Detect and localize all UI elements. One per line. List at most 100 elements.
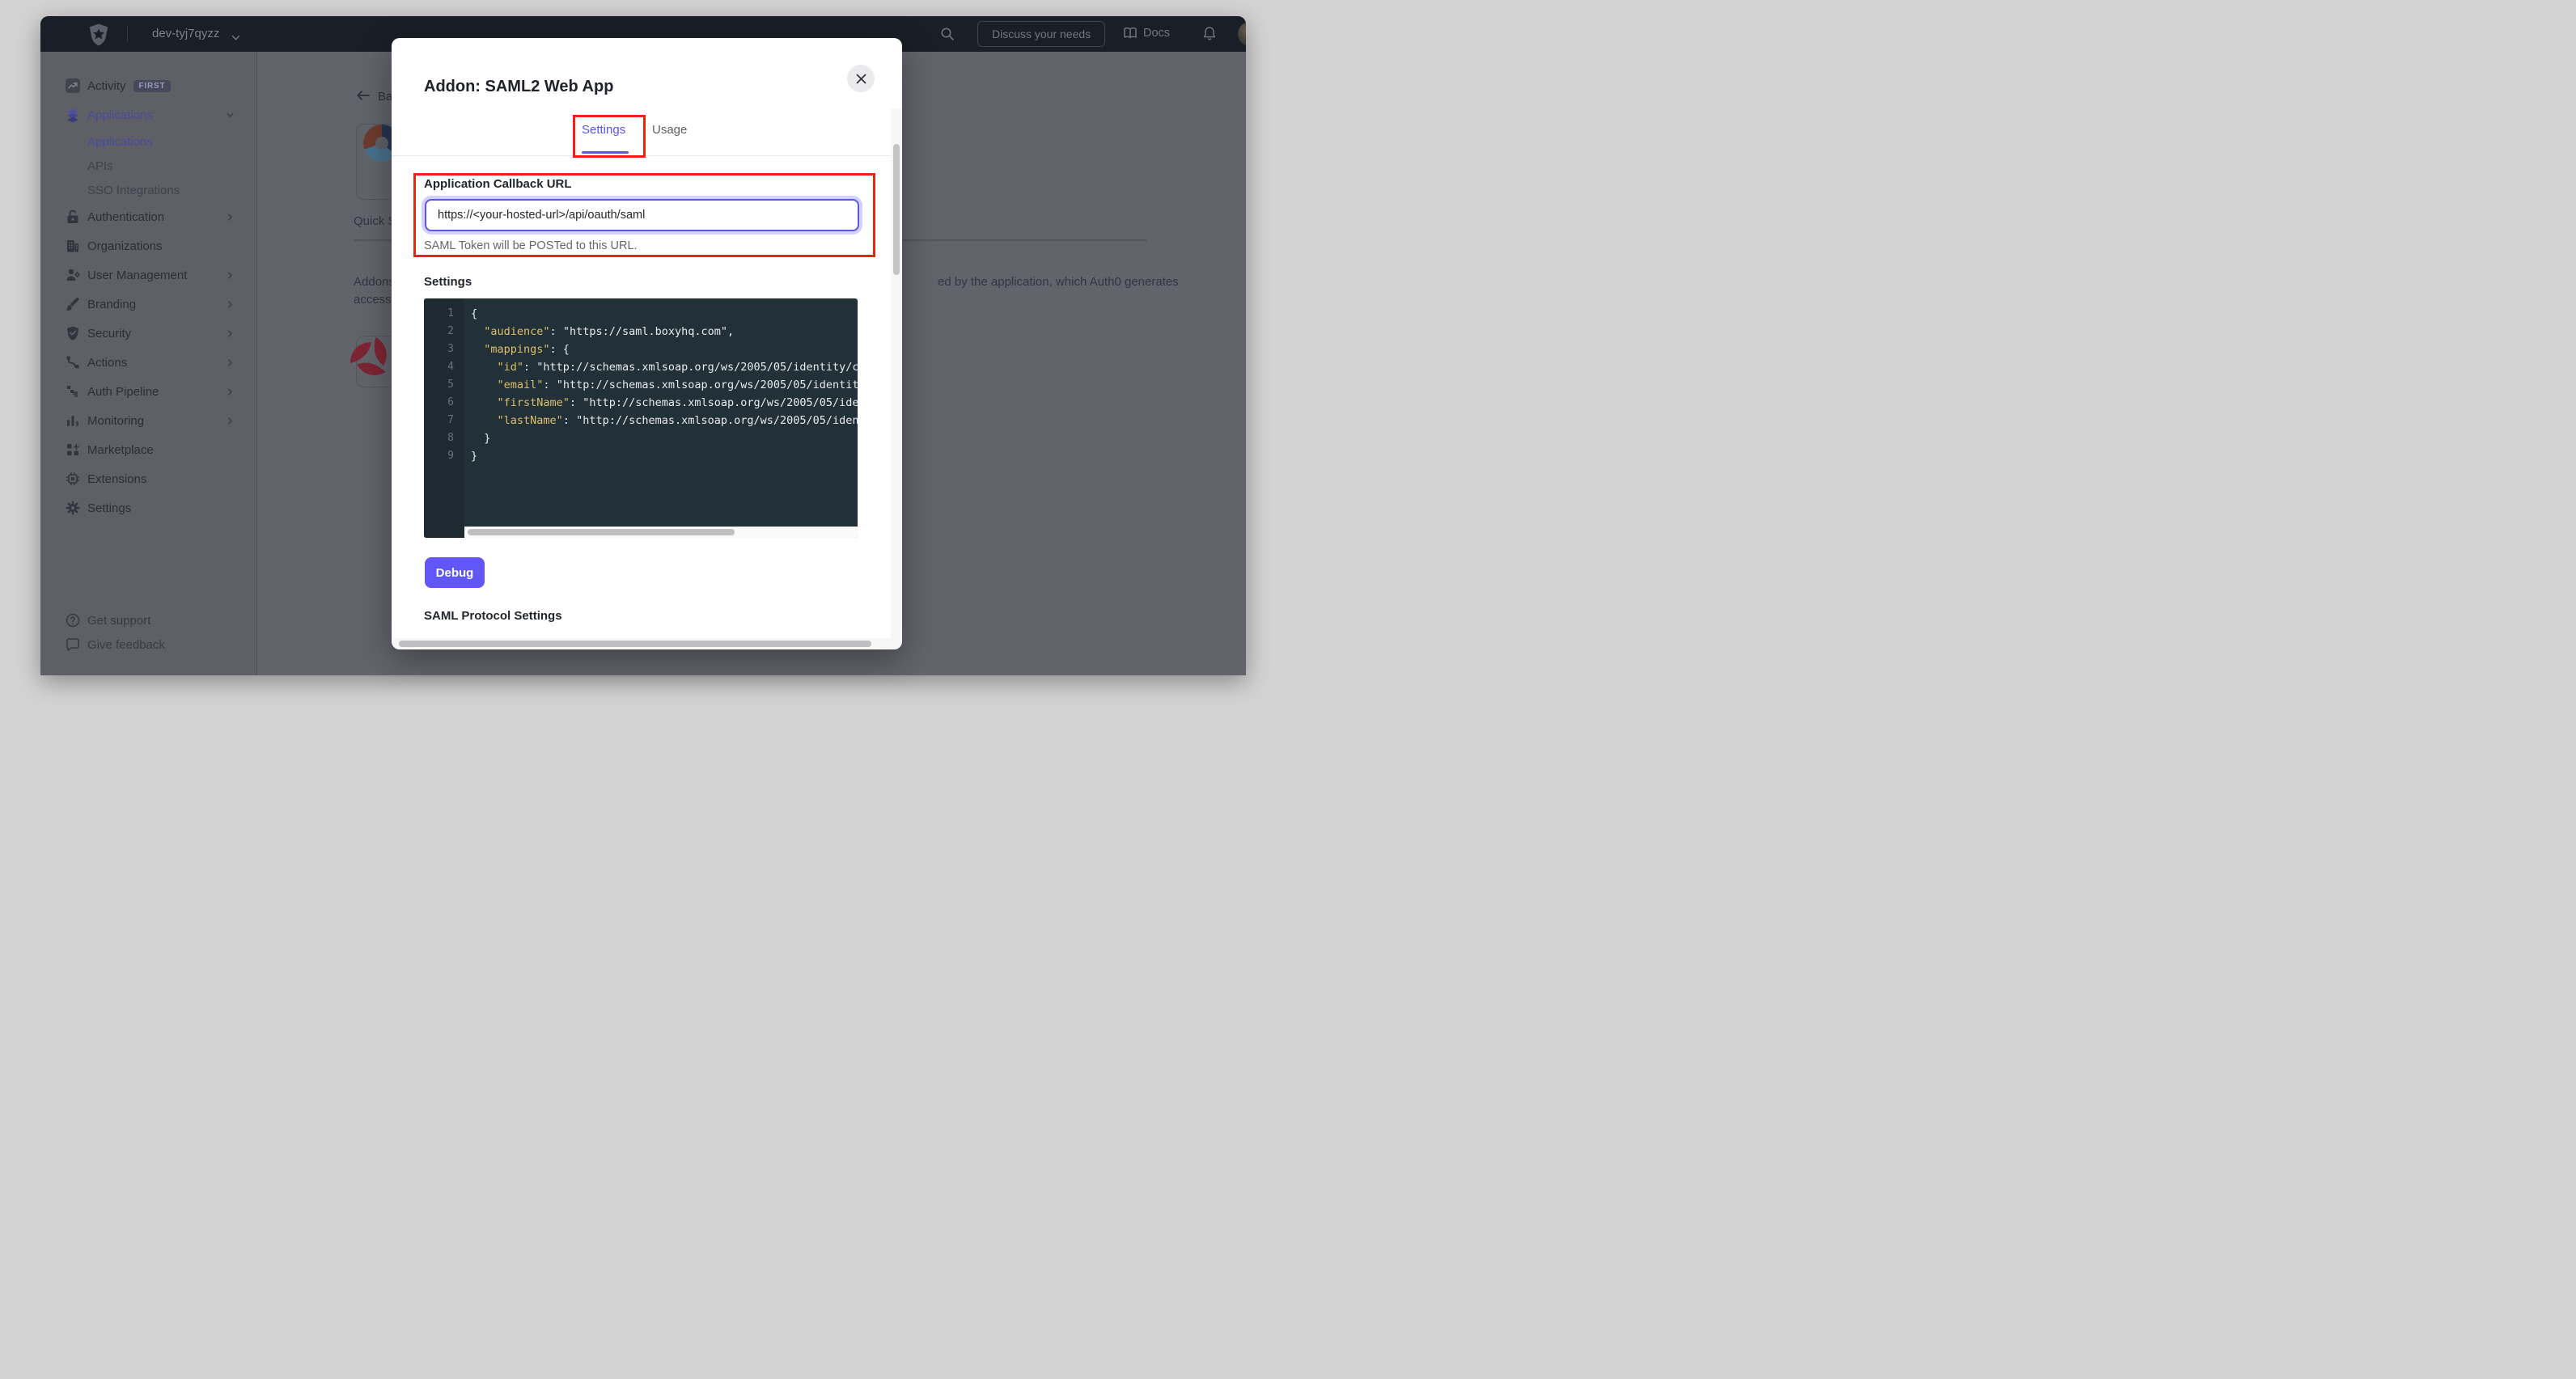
sidebar-item-label: Get support: [87, 614, 150, 628]
saml-protocol-settings-heading: SAML Protocol Settings: [424, 609, 562, 623]
sidebar-item-marketplace[interactable]: Marketplace: [40, 435, 256, 464]
sidebar-item-security[interactable]: Security: [40, 319, 256, 348]
sidebar: ActivityFIRST Applications Applications API…: [40, 52, 257, 675]
sidebar-item-auth-pipeline[interactable]: Auth Pipeline: [40, 377, 256, 406]
sidebar-nav: ActivityFIRST Applications Applications API…: [40, 71, 256, 522]
sidebar-item-label: Give feedback: [87, 638, 165, 652]
callback-url-helper: SAML Token will be POSTed to this URL.: [424, 239, 638, 252]
editor-scrollbar-thumb[interactable]: [468, 529, 735, 535]
sidebar-item-label: Branding: [87, 298, 136, 311]
sidebar-item-applications[interactable]: Applications: [40, 100, 256, 129]
auth0-logo-icon[interactable]: [88, 23, 109, 46]
code-line: {: [471, 305, 858, 323]
modal-vertical-scrollbar-thumb[interactable]: [893, 144, 900, 275]
code-line: "id": "http://schemas.xmlsoap.org/ws/200…: [471, 358, 858, 376]
bell-icon[interactable]: [1202, 26, 1217, 46]
docs-link[interactable]: Docs: [1123, 27, 1170, 40]
sidebar-item-applications[interactable]: Applications: [40, 129, 256, 154]
callback-url-input[interactable]: [425, 199, 859, 231]
avatar[interactable]: [1238, 22, 1246, 46]
shield-check-icon: [65, 325, 81, 341]
sidebar-item-label: Auth Pipeline: [87, 385, 159, 399]
sidebar-item-label: Activity: [87, 79, 126, 93]
sidebar-item-label: Actions: [87, 356, 127, 370]
sidebar-item-label: Applications: [87, 135, 153, 149]
sidebar-item-organizations[interactable]: Organizations: [40, 231, 256, 260]
chevron-right-icon: [226, 417, 235, 425]
sidebar-item-apis[interactable]: APIs: [40, 154, 256, 178]
bar-chart-icon: [65, 412, 81, 429]
code-line: "lastName": "http://schemas.xmlsoap.org/…: [471, 412, 858, 429]
chevron-right-icon: [226, 329, 235, 338]
sidebar-item-label: Authentication: [87, 210, 164, 224]
sidebar-item-extensions[interactable]: Extensions: [40, 464, 256, 493]
modal-vertical-scrollbar[interactable]: [891, 108, 902, 649]
brush-icon: [65, 296, 81, 312]
code-line: "audience": "https://saml.boxyhq.com",: [471, 323, 858, 341]
modal-horizontal-scrollbar[interactable]: [392, 638, 891, 649]
layers-icon: [65, 107, 81, 123]
pipeline-icon: [65, 383, 81, 400]
sidebar-item-get-support[interactable]: Get support: [40, 608, 256, 632]
sidebar-item-sso-integrations[interactable]: SSO Integrations: [40, 178, 256, 202]
sidebar-item-give-feedback[interactable]: Give feedback: [40, 632, 256, 657]
sidebar-item-branding[interactable]: Branding: [40, 290, 256, 319]
building-icon: [65, 238, 81, 254]
grid-plus-icon: [65, 442, 81, 458]
sidebar-item-label: Organizations: [87, 239, 163, 253]
tab-usage[interactable]: Usage: [652, 123, 687, 137]
close-icon[interactable]: [847, 65, 875, 92]
screenshot-canvas: dev-tyj7qyzz Discuss your needs Docs Act…: [13, 5, 1275, 684]
chevron-right-icon: [226, 387, 235, 396]
addons-description-fragment: ed by the application, which Auth0 gener…: [938, 275, 1179, 289]
sidebar-item-activity[interactable]: ActivityFIRST: [40, 71, 256, 100]
chevron-right-icon: [226, 271, 235, 280]
flow-icon: [65, 354, 81, 370]
gear-icon: [65, 500, 81, 516]
sidebar-item-user-management[interactable]: User Management: [40, 260, 256, 290]
debug-button[interactable]: Debug: [425, 557, 485, 588]
sidebar-item-monitoring[interactable]: Monitoring: [40, 406, 256, 435]
addon-saml2-modal: Addon: SAML2 Web App Settings Usage Appl…: [392, 38, 902, 649]
user-gear-icon: [65, 267, 81, 283]
tenant-chevron-down-icon[interactable]: [231, 31, 240, 45]
chevron-right-icon: [226, 300, 235, 309]
chevron-right-icon: [226, 358, 235, 367]
sidebar-item-label: Applications: [87, 108, 153, 122]
sidebar-item-label: Extensions: [87, 472, 146, 486]
code-line: "mappings": {: [471, 341, 858, 358]
sidebar-item-label: Monitoring: [87, 414, 144, 428]
modal-horizontal-scrollbar-thumb[interactable]: [399, 641, 871, 647]
chevron-down-icon: [226, 111, 235, 120]
active-tab-underline: [582, 151, 629, 154]
chip-icon: [65, 471, 81, 487]
book-icon: [1123, 27, 1138, 40]
sidebar-footer: Get support Give feedback: [40, 608, 256, 657]
topbar-divider: [127, 26, 128, 42]
tenant-name[interactable]: dev-tyj7qyzz: [152, 27, 219, 40]
tab-settings[interactable]: Settings: [582, 123, 625, 137]
settings-heading: Settings: [424, 275, 472, 289]
docs-label: Docs: [1143, 27, 1170, 40]
sidebar-item-label: Marketplace: [87, 443, 154, 457]
sidebar-item-authentication[interactable]: Authentication: [40, 202, 256, 231]
chat-bubble-icon: [65, 637, 81, 653]
settings-code-editor[interactable]: 123456789 { "audience": "https://saml.bo…: [424, 298, 858, 538]
callback-url-label: Application Callback URL: [424, 177, 572, 191]
editor-code[interactable]: { "audience": "https://saml.boxyhq.com",…: [464, 298, 858, 527]
chevron-right-icon: [226, 213, 235, 222]
code-line: "firstName": "http://schemas.xmlsoap.org…: [471, 394, 858, 412]
sidebar-item-actions[interactable]: Actions: [40, 348, 256, 377]
code-line: }: [471, 429, 858, 447]
back-arrow-icon: [357, 90, 370, 104]
addons-text-fragment: Addons: [354, 275, 395, 289]
sidebar-item-settings[interactable]: Settings: [40, 493, 256, 522]
code-line: }: [471, 447, 858, 465]
sidebar-item-label: Security: [87, 327, 131, 341]
search-icon[interactable]: [940, 27, 955, 45]
editor-horizontal-scrollbar[interactable]: [464, 527, 858, 538]
help-circle-icon: [65, 612, 81, 628]
discuss-your-needs-button[interactable]: Discuss your needs: [977, 21, 1105, 47]
modal-title: Addon: SAML2 Web App: [424, 78, 613, 96]
sidebar-item-label: SSO Integrations: [87, 184, 180, 197]
